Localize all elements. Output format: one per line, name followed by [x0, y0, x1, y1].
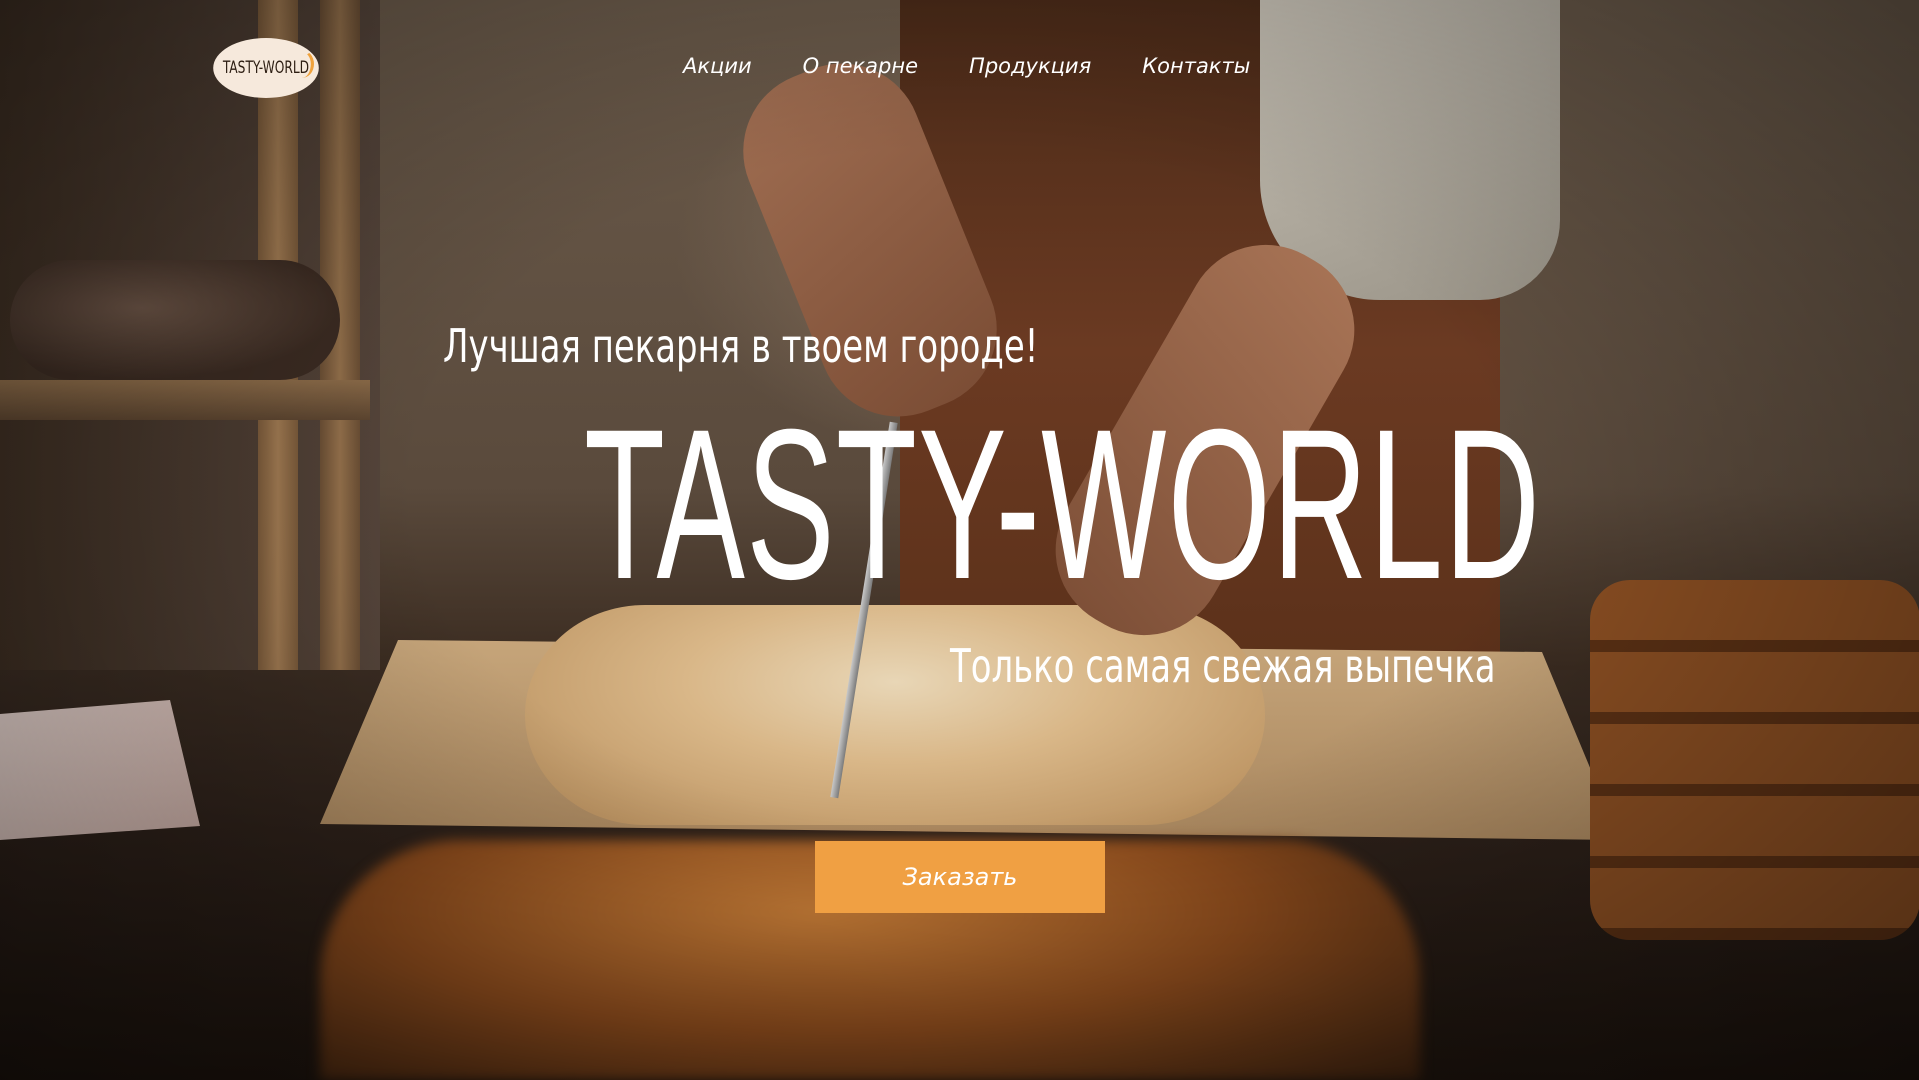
nav-link-promotions[interactable]: Акции [683, 52, 752, 80]
hero-section: TASTY-WORLD Акции О пекарне Продукция Ко… [0, 0, 1919, 1080]
hero-brand-title: TASTY-WORLD [584, 385, 1542, 624]
orange-swoosh-icon [290, 50, 314, 78]
nav-link-products[interactable]: Продукция [969, 52, 1091, 80]
nav-link-contacts[interactable]: Контакты [1142, 52, 1250, 80]
main-nav: Акции О пекарне Продукция Контакты [683, 52, 1250, 80]
nav-link-about[interactable]: О пекарне [803, 52, 918, 80]
hero-subtitle: Только самая свежая выпечка [950, 639, 1496, 693]
order-button[interactable]: Заказать [815, 841, 1105, 913]
hero-tagline: Лучшая пекарня в твоем городе! [443, 319, 1039, 373]
logo[interactable]: TASTY-WORLD [213, 38, 319, 98]
